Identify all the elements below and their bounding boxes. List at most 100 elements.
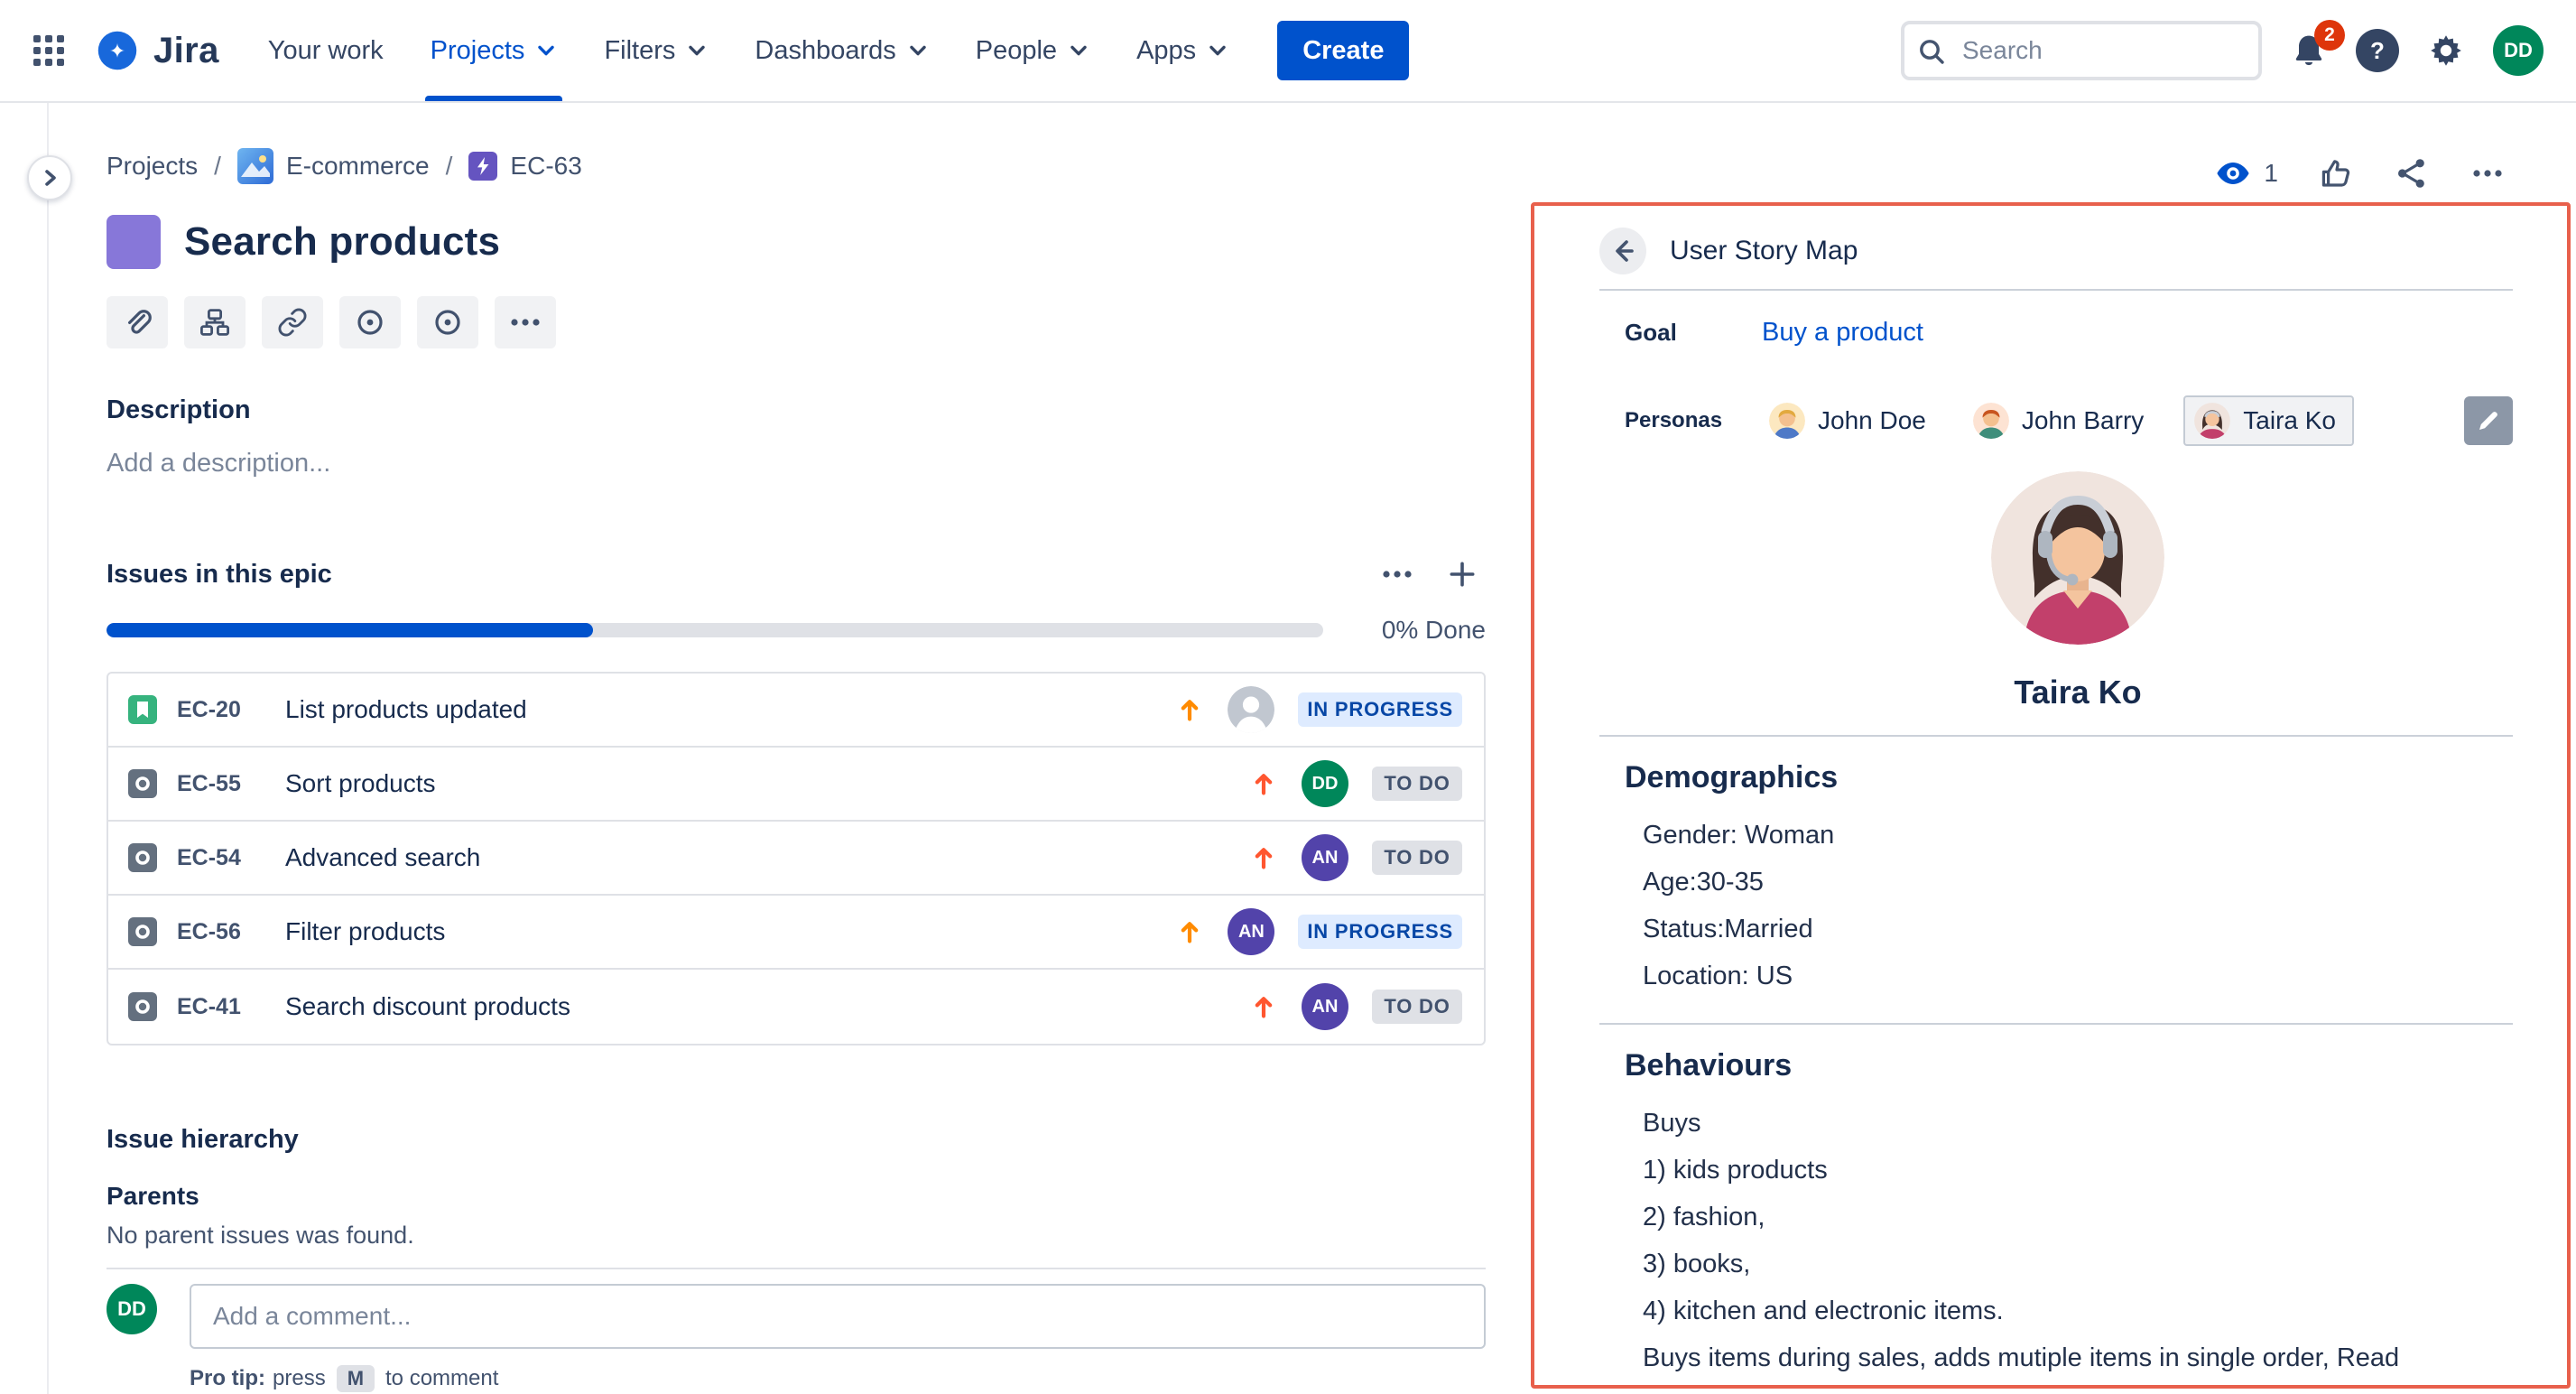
issue-title[interactable]: Advanced search <box>285 843 480 872</box>
add-child-issue-button[interactable] <box>184 296 246 348</box>
demographic-item: Location: US <box>1643 953 2513 999</box>
comment-protip: Pro tip: press M to comment <box>190 1365 1486 1392</box>
issue-quick-actions <box>107 296 1486 348</box>
panel-header: User Story Map <box>1599 222 2513 280</box>
behaviours-heading: Behaviours <box>1625 1048 2513 1083</box>
issue-key[interactable]: EC-20 <box>177 697 260 723</box>
assignee-avatar[interactable]: AN <box>1302 983 1348 1030</box>
watch-button[interactable]: 1 <box>2215 155 2278 191</box>
chevron-down-icon <box>535 40 557 61</box>
personas-label: Personas <box>1625 408 1762 433</box>
issue-row[interactable]: EC-54 Advanced search AN TO DO <box>108 822 1484 896</box>
notifications-button[interactable]: 2 <box>2291 33 2327 69</box>
breadcrumb-projects[interactable]: Projects <box>107 152 198 181</box>
breadcrumb-separator: / <box>446 152 453 181</box>
comment-input[interactable] <box>190 1284 1486 1349</box>
search-icon <box>1917 37 1946 66</box>
assignee-avatar[interactable]: AN <box>1228 908 1274 955</box>
link-issue-button[interactable] <box>262 296 323 348</box>
add-app-button-2[interactable] <box>417 296 478 348</box>
issue-row[interactable]: EC-41 Search discount products AN TO DO <box>108 970 1484 1044</box>
breadcrumb-issue: EC-63 <box>468 152 581 181</box>
expand-sidebar-button[interactable] <box>27 155 72 200</box>
share-icon <box>2394 155 2430 191</box>
epic-more-button[interactable] <box>1379 556 1415 592</box>
grid-icon <box>33 35 64 66</box>
issue-row[interactable]: EC-56 Filter products AN IN PROGRESS <box>108 896 1484 970</box>
more-quick-actions-button[interactable] <box>495 296 556 348</box>
persona-chip-john-doe[interactable]: John Doe <box>1762 395 1939 446</box>
epic-progress-fill <box>107 623 593 637</box>
issue-key[interactable]: EC-56 <box>177 919 260 945</box>
jira-logo[interactable]: Jira <box>79 27 245 74</box>
status-badge[interactable]: IN PROGRESS <box>1298 915 1462 949</box>
assignee-avatar[interactable]: DD <box>1302 760 1348 807</box>
nav-projects[interactable]: Projects <box>407 0 581 101</box>
more-actions-button[interactable] <box>2469 155 2506 191</box>
behaviour-item: 2) fashion, <box>1643 1194 2513 1241</box>
issue-type-icon <box>128 917 157 946</box>
chevron-right-icon <box>39 167 60 189</box>
persona-name: Taira Ko <box>2243 406 2336 435</box>
issue-key[interactable]: EC-41 <box>177 994 260 1020</box>
plus-icon <box>1446 558 1478 590</box>
persona-name: John Barry <box>2022 406 2144 435</box>
add-issue-button[interactable] <box>1446 558 1478 590</box>
demographic-item: Status:Married <box>1643 906 2513 953</box>
settings-button[interactable] <box>2428 33 2464 69</box>
issue-title[interactable]: List products updated <box>285 695 527 724</box>
search-input[interactable] <box>1901 21 2262 80</box>
nav-people[interactable]: People <box>952 0 1113 101</box>
persona-chip-taira-ko[interactable]: Taira Ko <box>2183 395 2354 446</box>
priority-up-icon <box>1249 992 1278 1021</box>
nav-dashboards[interactable]: Dashboards <box>731 0 951 101</box>
ellipsis-icon <box>507 304 543 340</box>
issue-key[interactable]: EC-54 <box>177 845 260 871</box>
parents-label: Parents <box>107 1182 1486 1211</box>
status-badge[interactable]: TO DO <box>1372 841 1462 875</box>
issue-row[interactable]: EC-20 List products updated IN PROGRESS <box>108 674 1484 748</box>
persona-avatar-icon <box>2194 403 2230 439</box>
issue-title-row: Search products <box>107 215 1486 269</box>
nav-filters[interactable]: Filters <box>580 0 731 101</box>
user-avatar[interactable]: DD <box>2493 25 2544 76</box>
attach-button[interactable] <box>107 296 168 348</box>
issue-title[interactable]: Filter products <box>285 917 445 946</box>
status-badge[interactable]: TO DO <box>1372 990 1462 1024</box>
assignee-avatar-unassigned[interactable] <box>1228 686 1274 733</box>
status-badge[interactable]: IN PROGRESS <box>1298 692 1462 727</box>
jira-wordmark: Jira <box>153 31 219 71</box>
arrow-left-icon <box>1609 237 1636 265</box>
behaviour-item: 4) kitchen and electronic items. <box>1643 1287 2513 1334</box>
issue-type-icon <box>128 769 157 798</box>
divider <box>107 1268 1486 1269</box>
description-placeholder[interactable]: Add a description... <box>107 449 1486 479</box>
app-switcher-button[interactable] <box>18 20 79 81</box>
breadcrumb-project-link[interactable]: E-commerce <box>286 152 430 181</box>
goal-link[interactable]: Buy a product <box>1762 318 1923 348</box>
nav-apps[interactable]: Apps <box>1113 0 1252 101</box>
priority-up-icon <box>1175 695 1204 724</box>
epic-progress-label: 0% Done <box>1382 616 1486 645</box>
issue-key[interactable]: EC-55 <box>177 771 260 797</box>
breadcrumb-issue-link[interactable]: EC-63 <box>510 152 581 181</box>
assignee-avatar[interactable]: AN <box>1302 834 1348 881</box>
edit-personas-button[interactable] <box>2464 396 2513 445</box>
persona-chip-john-barry[interactable]: John Barry <box>1966 395 2156 446</box>
create-button[interactable]: Create <box>1277 21 1409 80</box>
issue-title[interactable]: Sort products <box>285 769 436 798</box>
priority-up-icon <box>1249 843 1278 872</box>
page-title: Search products <box>184 219 500 265</box>
issue-row[interactable]: EC-55 Sort products DD TO DO <box>108 748 1484 822</box>
share-button[interactable] <box>2394 155 2430 191</box>
divider <box>1599 289 2513 291</box>
add-app-button[interactable] <box>339 296 401 348</box>
divider <box>1599 735 2513 737</box>
issue-title[interactable]: Search discount products <box>285 992 570 1021</box>
help-button[interactable]: ? <box>2356 29 2399 72</box>
back-button[interactable] <box>1599 228 1646 274</box>
nav-your-work[interactable]: Your work <box>245 0 407 101</box>
like-button[interactable] <box>2318 155 2354 191</box>
priority-up-icon <box>1175 917 1204 946</box>
status-badge[interactable]: TO DO <box>1372 767 1462 801</box>
